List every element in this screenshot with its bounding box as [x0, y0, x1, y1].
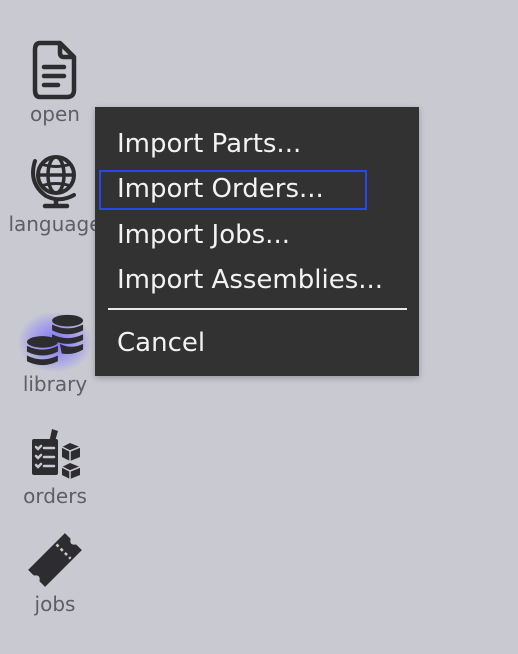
document-icon	[25, 40, 85, 100]
menu-item-cancel[interactable]: Cancel	[117, 326, 205, 360]
menu-separator	[108, 308, 407, 310]
sidebar-item-jobs[interactable]: jobs	[0, 530, 110, 616]
sidebar-item-language[interactable]: language	[0, 150, 110, 236]
sidebar-item-label: language	[8, 212, 102, 236]
sidebar-item-label: open	[30, 102, 80, 126]
sidebar-item-label: jobs	[34, 592, 76, 616]
checklist-boxes-icon	[25, 422, 85, 482]
sidebar-item-orders[interactable]: orders	[0, 422, 110, 508]
menu-item-import-parts[interactable]: Import Parts...	[117, 127, 301, 161]
import-context-menu: Import Parts... Import Orders... Import …	[95, 107, 419, 376]
sidebar-item-label: orders	[23, 484, 87, 508]
sidebar-item-open[interactable]: open	[0, 40, 110, 126]
menu-item-import-jobs[interactable]: Import Jobs...	[117, 218, 290, 252]
sidebar-item-label: library	[22, 372, 88, 396]
menu-item-import-orders[interactable]: Import Orders...	[117, 172, 324, 206]
menu-item-import-assemblies[interactable]: Import Assemblies...	[117, 263, 383, 297]
sidebar-item-library[interactable]: library	[0, 310, 110, 396]
ticket-icon	[25, 530, 85, 590]
globe-icon	[25, 150, 85, 210]
coins-stack-icon	[25, 310, 85, 370]
